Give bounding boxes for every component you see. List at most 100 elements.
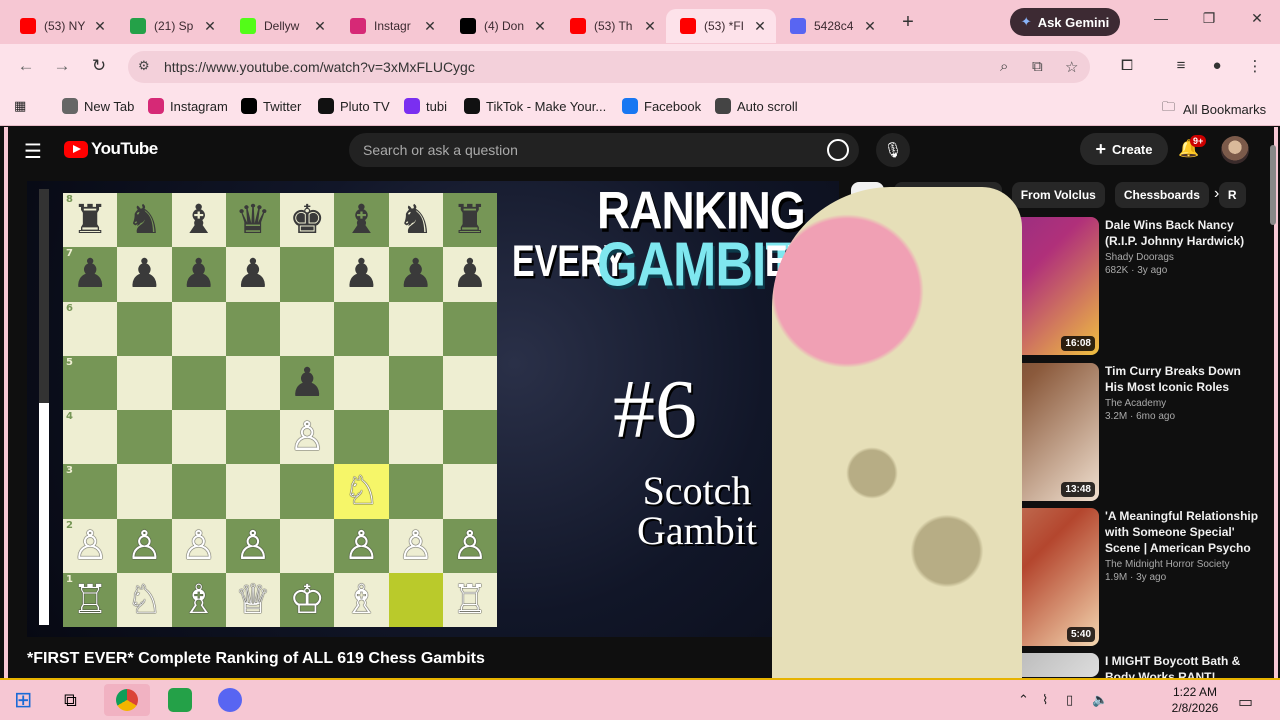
bookmark-star-icon[interactable]: ☆ [1065,58,1078,76]
filter-chip[interactable]: From Volclus [1011,182,1105,208]
youtube-logo[interactable]: YouTube [64,139,158,159]
minimize-button[interactable]: — [1146,10,1176,26]
browser-tab[interactable]: (53) *FI ✕ [666,9,776,43]
white-pawn-icon: ♙ [180,522,217,569]
black-pawn-icon: ♟ [234,251,271,298]
channel-name[interactable]: The Midnight Horror Society [1105,559,1259,570]
bookmark-item[interactable]: Auto scroll [715,98,798,114]
chrome-icon [116,689,138,711]
windows-start-icon[interactable]: ⊞ [14,688,38,712]
video-stats: 3.2M · 6mo ago [1105,411,1176,422]
channel-name[interactable]: The Academy [1105,398,1259,409]
media-control-icon[interactable]: ≡ [1170,57,1192,74]
app-taskbar-icon[interactable] [168,688,192,712]
board-square: ♗ [171,572,226,627]
scrollbar-thumb[interactable] [1270,145,1276,225]
bookmark-label: New Tab [84,98,135,114]
bookmark-item[interactable]: Pluto TV [318,98,390,114]
tab-title: Instagr [374,19,411,33]
back-button[interactable]: ← [14,56,38,76]
board-square [171,410,226,465]
close-tab-icon[interactable]: ✕ [642,18,658,35]
board-square: ♘ [117,572,172,627]
bookmark-item[interactable]: Instagram [148,98,228,114]
voice-search-icon[interactable]: 🎙 [876,133,910,167]
volume-icon[interactable]: 🔈 [1092,692,1108,708]
black-pawn-icon: ♟ [72,251,109,298]
search-input[interactable]: Search or ask a question [349,133,859,167]
close-tab-icon[interactable]: ✕ [532,18,548,35]
battery-icon[interactable]: ▯ [1066,692,1073,708]
hamburger-menu-icon[interactable]: ☰ [24,139,42,164]
search-icon[interactable] [827,139,849,161]
all-bookmarks-button[interactable]: 🗀 All Bookmarks [1162,98,1266,120]
close-window-button[interactable]: ✕ [1242,10,1272,27]
browser-tab[interactable]: Dellyw ✕ [226,9,336,43]
extensions-icon[interactable]: ⧠ [1116,57,1138,74]
zoom-icon[interactable]: ⌕ [1000,58,1008,75]
discord-taskbar-icon[interactable] [218,688,242,712]
board-square: ♝ [334,193,389,248]
bookmark-item[interactable]: tubi [404,98,447,114]
black-bishop-icon: ♝ [343,197,380,244]
browser-tab[interactable]: (21) Sp ✕ [116,9,226,43]
install-icon[interactable]: ⧉ [1032,58,1043,75]
reload-button[interactable]: ↻ [87,56,111,76]
address-bar[interactable]: ⚙ https://www.youtube.com/watch?v=3xMxFL… [128,51,1090,83]
channel-name[interactable]: Shady Doorags [1105,252,1259,263]
chrome-taskbar-button[interactable] [104,684,150,716]
browser-tab[interactable]: (4) Don ✕ [446,9,556,43]
youtube-header: ☰ YouTube Search or ask a question 🎙 + Cr… [8,127,1274,173]
recommended-title[interactable]: Tim Curry Breaks Down His Most Iconic Ro… [1105,363,1259,395]
menu-icon[interactable]: ⋮ [1244,57,1266,75]
close-tab-icon[interactable]: ✕ [422,18,438,35]
board-square [388,301,443,356]
board-square [171,464,226,519]
recommended-title[interactable]: 'A Meaningful Relationship with Someone … [1105,508,1259,556]
board-square: ♝ [171,193,226,248]
network-icon[interactable]: ⌇ [1042,692,1048,708]
close-tab-icon[interactable]: ✕ [752,18,768,35]
chevron-right-icon[interactable]: › [1214,185,1219,203]
ask-gemini-button[interactable]: ✦ Ask Gemini [1010,8,1120,36]
board-square: 5 [63,355,118,410]
filter-chip[interactable]: R [1218,182,1246,208]
notification-center-icon[interactable]: ▭ [1238,692,1253,712]
rank-label: 5 [66,356,73,368]
browser-tab[interactable]: Instagr ✕ [336,9,446,43]
board-square [442,410,497,465]
board-square [280,518,335,573]
bookmark-item[interactable]: Facebook [622,98,701,114]
x-icon [460,18,476,34]
tab-title: (4) Don [484,19,525,33]
board-square: ♙ [388,518,443,573]
video-player[interactable]: 8 ♜ ♞ ♝ ♛ ♚ ♝ ♞ ♜ 7 ♟ ♟ ♟ ♟ ♟ ♟ ♟ 6 5 ♟ 4 ♙ 3 ♘ 2 ♙ ♙ ♙ ♙ ♙ ♙ ♙ 1 ♖ ♘ ♗ ♕ ♔ ♗ ♖… [27,181,839,637]
bookmark-item[interactable]: TikTok - Make Your... [464,98,606,114]
taskbar-clock[interactable]: 1:22 AM 2/8/2026 [1160,684,1230,716]
close-tab-icon[interactable]: ✕ [202,18,218,35]
bookmark-item[interactable]: Twitter [241,98,301,114]
page-scrollbar[interactable] [1269,137,1277,677]
profile-icon[interactable]: ● [1206,57,1228,74]
close-tab-icon[interactable]: ✕ [92,18,108,35]
avatar[interactable] [1221,136,1249,164]
board-square: ♟ [225,247,280,302]
create-button[interactable]: + Create [1080,133,1168,165]
bookmark-item[interactable]: New Tab [62,98,134,114]
white-knight-icon: ♘ [126,576,163,623]
forward-button[interactable]: → [50,56,74,76]
filter-chip[interactable]: Chessboards [1114,182,1209,208]
task-view-icon[interactable]: ⧉ [64,688,88,712]
close-tab-icon[interactable]: ✕ [862,18,878,35]
chevron-up-icon[interactable]: ⌃ [1018,692,1029,708]
restore-button[interactable]: ❐ [1194,10,1224,27]
bookmark-label: Auto scroll [737,98,798,114]
recommended-title[interactable]: Dale Wins Back Nancy (R.I.P. Johnny Hard… [1105,217,1259,249]
browser-tab[interactable]: (53) Th ✕ [556,9,666,43]
browser-tab[interactable]: (53) NY ✕ [6,9,116,43]
new-tab-button[interactable]: + [894,8,922,36]
browser-tab[interactable]: 5428c4 ✕ [776,9,886,43]
close-tab-icon[interactable]: ✕ [312,18,328,35]
apps-grid-icon[interactable]: ▦ [14,98,26,114]
site-info-icon[interactable]: ⚙ [138,58,150,74]
